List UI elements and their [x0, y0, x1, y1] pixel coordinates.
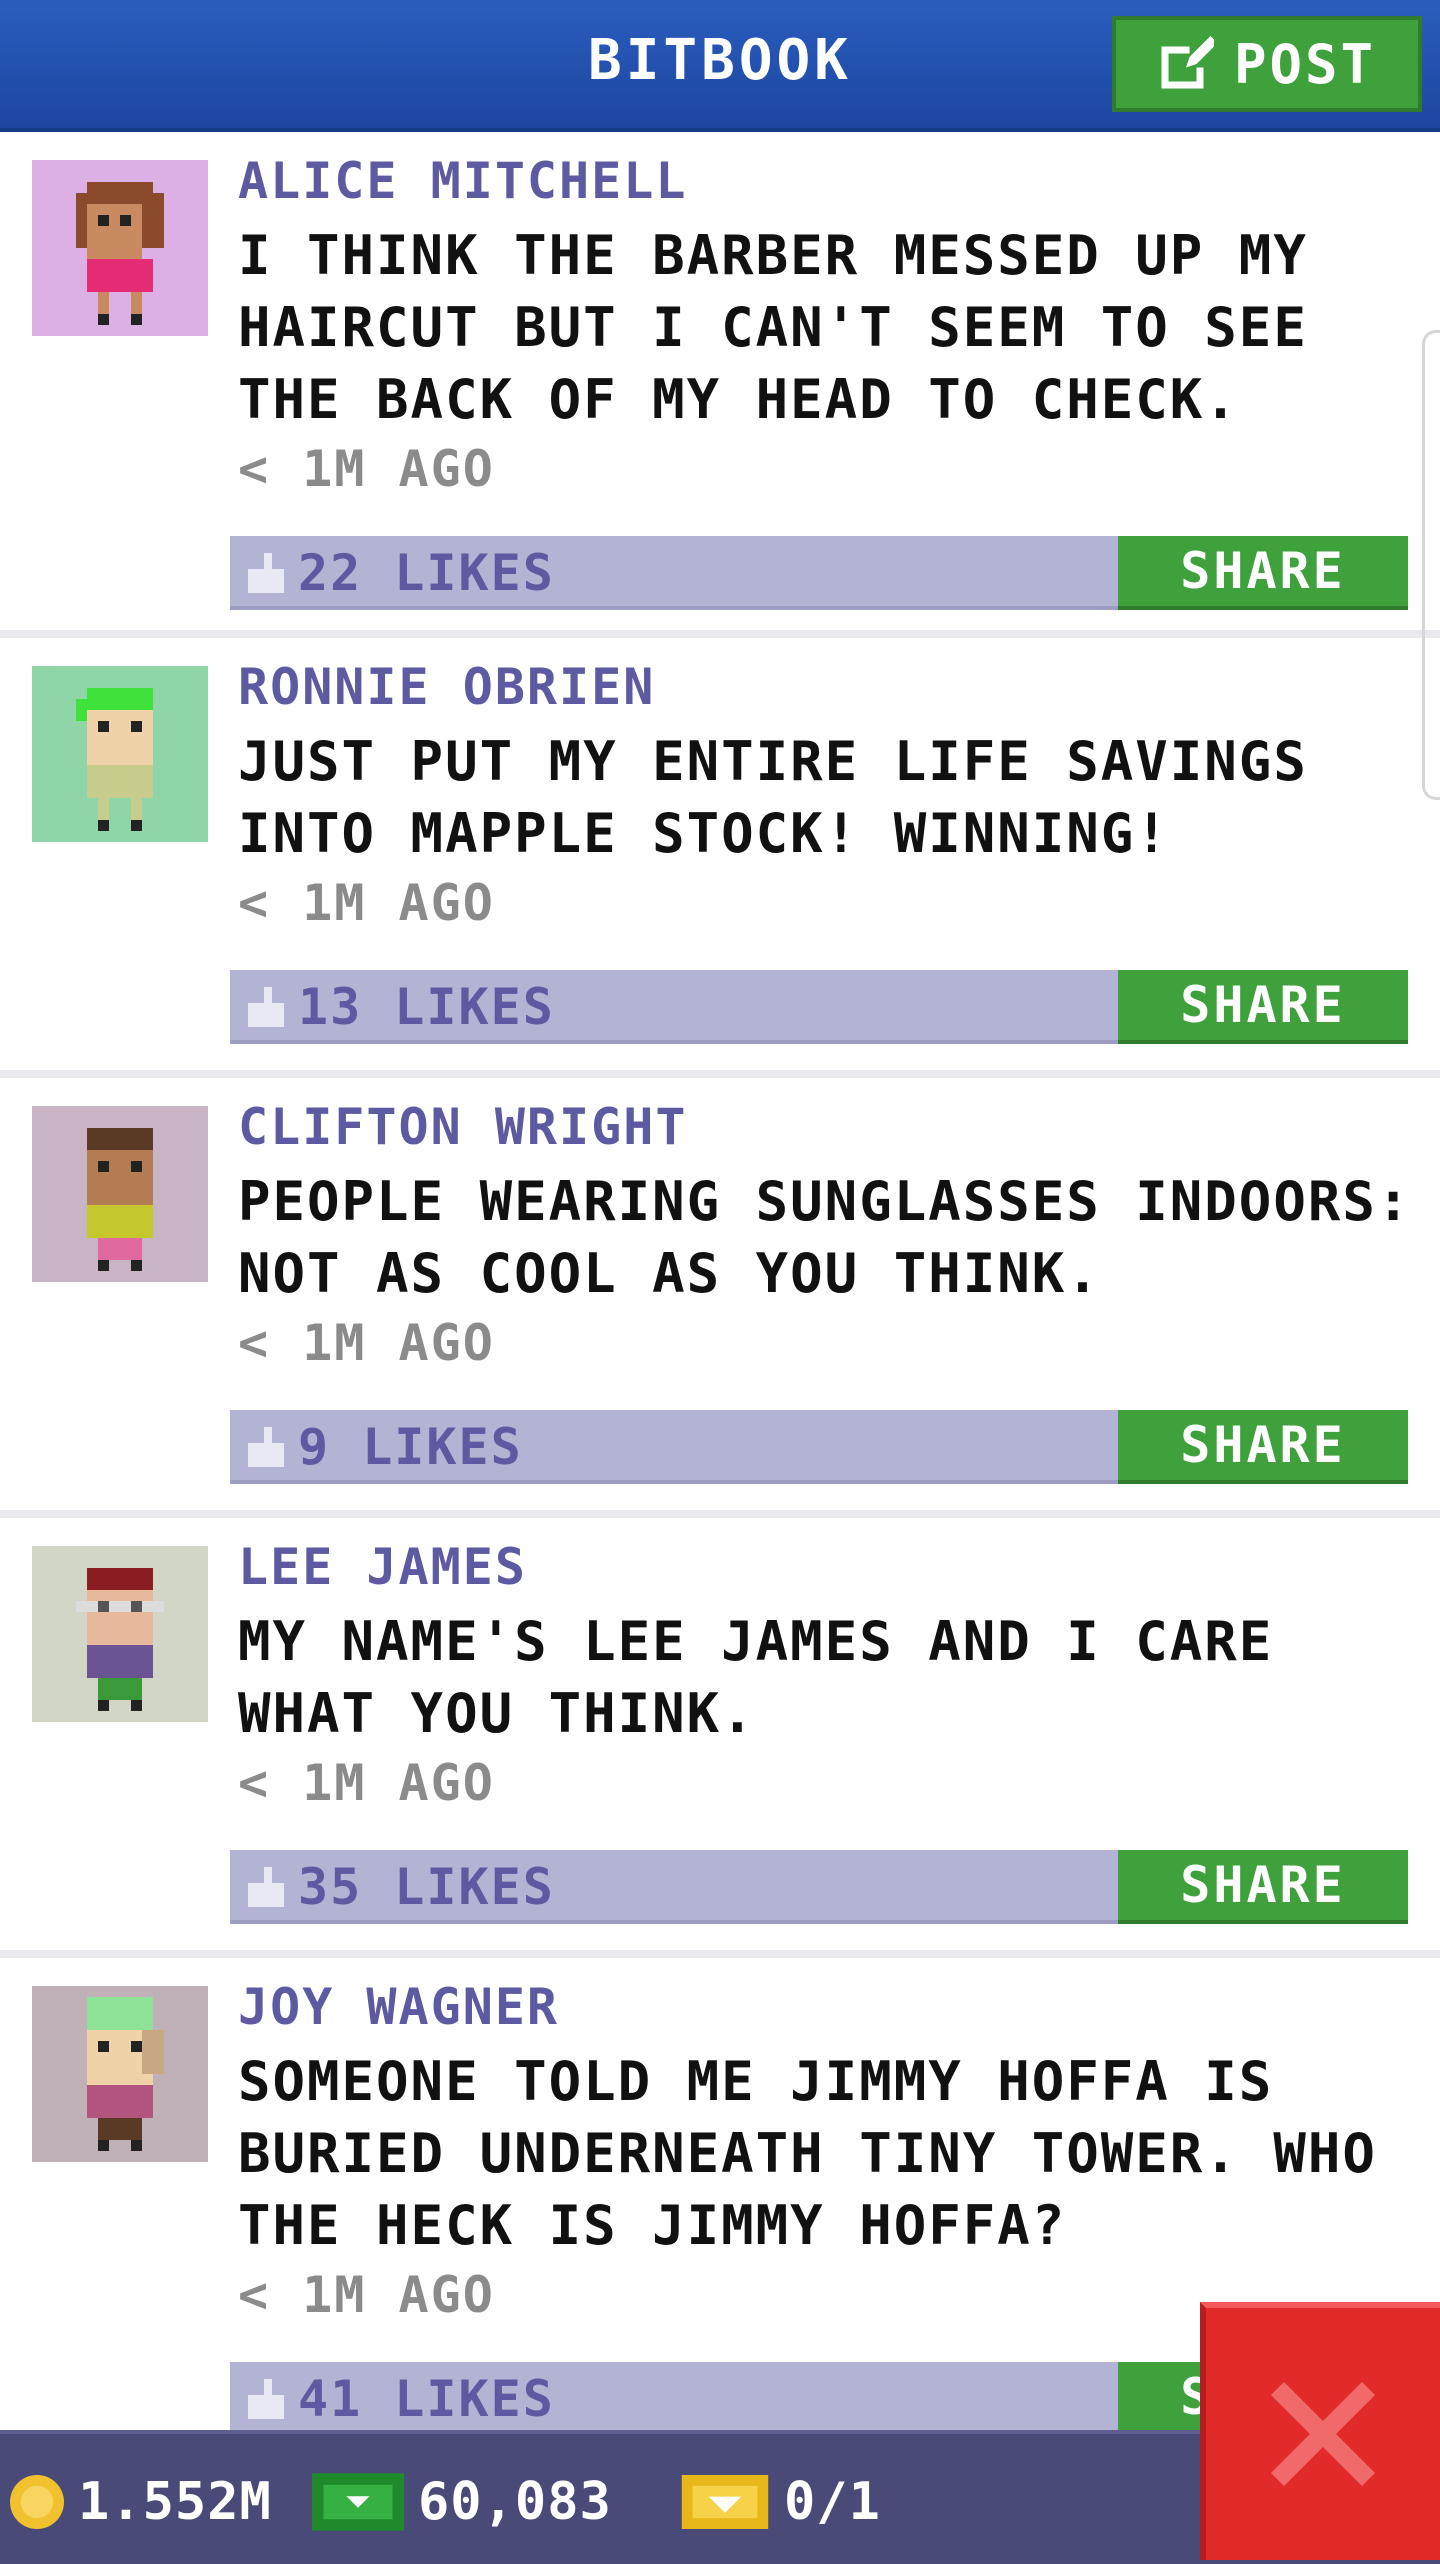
- coin-icon: [10, 2475, 64, 2529]
- post-author[interactable]: ALICE MITCHELL: [238, 152, 687, 210]
- scroll-indicator[interactable]: [1422, 330, 1440, 800]
- coins-value: 1.552M: [78, 2472, 272, 2532]
- avatar-character-icon: [32, 160, 208, 336]
- thumbs-up-icon: [248, 553, 284, 593]
- avatar-character-icon: [32, 1546, 208, 1722]
- avatar[interactable]: [32, 160, 208, 336]
- tickets-value: 0/1: [784, 2472, 881, 2532]
- post-text: SOMEONE TOLD ME JIMMY HOFFA IS BURIED UN…: [238, 2050, 1377, 2257]
- share-button[interactable]: SHARE: [1118, 1410, 1408, 1484]
- avatar-character-icon: [32, 1986, 208, 2162]
- thumbs-up-icon: [248, 1867, 284, 1907]
- coins-stat: 1.552M: [10, 2472, 272, 2532]
- post-time: < 1M AGO: [238, 874, 495, 932]
- ticket-icon: [681, 2475, 769, 2529]
- post-button[interactable]: POST: [1112, 16, 1422, 112]
- like-button[interactable]: 9 LIKES: [248, 1418, 523, 1476]
- post-item: RONNIE OBRIEN JUST PUT MY ENTIRE LIFE SA…: [0, 638, 1440, 1078]
- post-item: LEE JAMES MY NAME'S LEE JAMES AND I CARE…: [0, 1518, 1440, 1958]
- avatar-character-icon: [32, 1106, 208, 1282]
- like-button[interactable]: 22 LIKES: [248, 544, 555, 602]
- post-button-label: POST: [1233, 32, 1377, 96]
- bux-value: 60,083: [418, 2472, 612, 2532]
- app-header: BITBOOK POST: [0, 0, 1440, 132]
- post-item: ALICE MITCHELL I THINK THE BARBER MESSED…: [0, 132, 1440, 638]
- post-author[interactable]: CLIFTON WRIGHT: [238, 1098, 687, 1156]
- likes-count: 41 LIKES: [298, 2370, 555, 2428]
- avatar[interactable]: [32, 1986, 208, 2162]
- post-text: I THINK THE BARBER MESSED UP MY HAIRCUT …: [238, 224, 1308, 431]
- share-button[interactable]: SHARE: [1118, 1850, 1408, 1924]
- post-text: PEOPLE WEARING SUNGLASSES INDOORS: NOT A…: [238, 1170, 1412, 1305]
- share-button[interactable]: SHARE: [1118, 970, 1408, 1044]
- post-feed: ALICE MITCHELL I THINK THE BARBER MESSED…: [0, 132, 1440, 2478]
- bux-icon: [312, 2473, 404, 2531]
- like-button[interactable]: 13 LIKES: [248, 978, 555, 1036]
- like-button[interactable]: 35 LIKES: [248, 1858, 555, 1916]
- avatar[interactable]: [32, 1546, 208, 1722]
- avatar[interactable]: [32, 666, 208, 842]
- thumbs-up-icon: [248, 1427, 284, 1467]
- likes-bar: 9 LIKES SHARE: [230, 1410, 1408, 1484]
- tickets-stat: 0/1: [680, 2472, 881, 2532]
- post-text: JUST PUT MY ENTIRE LIFE SAVINGS INTO MAP…: [238, 730, 1308, 865]
- likes-count: 13 LIKES: [298, 978, 555, 1036]
- likes-bar: 13 LIKES SHARE: [230, 970, 1408, 1044]
- post-author[interactable]: LEE JAMES: [238, 1538, 527, 1596]
- avatar[interactable]: [32, 1106, 208, 1282]
- likes-bar: 35 LIKES SHARE: [230, 1850, 1408, 1924]
- post-text: MY NAME'S LEE JAMES AND I CARE WHAT YOU …: [238, 1610, 1274, 1745]
- close-button[interactable]: [1200, 2302, 1440, 2560]
- post-author[interactable]: RONNIE OBRIEN: [238, 658, 655, 716]
- bux-stat: 60,083: [312, 2472, 612, 2532]
- post-item: CLIFTON WRIGHT PEOPLE WEARING SUNGLASSES…: [0, 1078, 1440, 1518]
- like-button[interactable]: 41 LIKES: [248, 2370, 555, 2428]
- thumbs-up-icon: [248, 2379, 284, 2419]
- avatar-character-icon: [32, 666, 208, 842]
- post-time: < 1M AGO: [238, 1314, 495, 1372]
- post-time: < 1M AGO: [238, 2266, 495, 2324]
- close-icon: [1271, 2382, 1375, 2486]
- post-time: < 1M AGO: [238, 1754, 495, 1812]
- likes-count: 22 LIKES: [298, 544, 555, 602]
- likes-bar: 22 LIKES SHARE: [230, 536, 1408, 610]
- post-time: < 1M AGO: [238, 440, 495, 498]
- likes-count: 35 LIKES: [298, 1858, 555, 1916]
- likes-count: 9 LIKES: [298, 1418, 523, 1476]
- share-button[interactable]: SHARE: [1118, 536, 1408, 610]
- post-author[interactable]: JOY WAGNER: [238, 1978, 559, 2036]
- thumbs-up-icon: [248, 987, 284, 1027]
- compose-icon: [1161, 36, 1214, 89]
